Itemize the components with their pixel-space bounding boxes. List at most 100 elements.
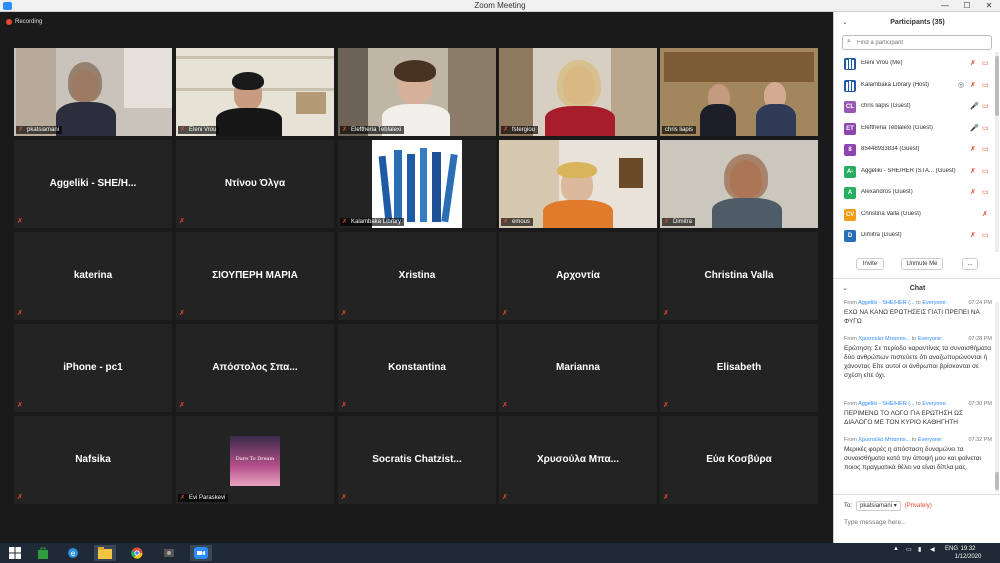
participant-row[interactable]: CL chris liapis (Guest) ▭ 🎤 (842, 98, 992, 116)
video-tile[interactable]: Eleni Vrou ✗ (176, 48, 334, 136)
chat-header[interactable]: ⌄ Chat (834, 283, 1000, 295)
maximize-button[interactable]: ☐ (956, 0, 978, 12)
video-tile[interactable]: Xristina ✗ (338, 232, 496, 320)
video-tile[interactable]: Aggeliki - SHE/H... ✗ (14, 140, 172, 228)
participants-title: Participants (35) (890, 19, 945, 26)
message-time: 07:28 PM (968, 336, 992, 342)
participant-name: Εύα Κοσβύρα (706, 454, 772, 465)
participant-row[interactable]: ET Eleftheria Teblalexi (Guest) ▭ 🎤 (842, 120, 992, 138)
sender-name[interactable]: Aggeliki - SHE/HER (... (858, 401, 915, 407)
video-tile[interactable]: Αρχοντία ✗ (499, 232, 657, 320)
chat-message: From Χρυσούλα Μπαντοι... to Everyone: 07:… (844, 336, 992, 380)
video-tile[interactable]: Nafsika ✗ (14, 416, 172, 504)
mic-muted-icon[interactable]: ✗ (970, 59, 976, 67)
chat-scrollbar[interactable] (995, 302, 999, 492)
video-tile[interactable]: Konstantina ✗ (338, 324, 496, 412)
participants-scrollbar[interactable] (995, 52, 999, 252)
unmute-me-button[interactable]: Unmute Me (901, 258, 943, 270)
participant-row[interactable]: A Alexandros (Guest) ▭ ✗ (842, 184, 992, 202)
participant-name: Socratis Chatzist... (372, 454, 462, 465)
video-tile[interactable]: emous ✗ (499, 140, 657, 228)
sender-name[interactable]: Aggeliki - SHE/HER (... (858, 300, 915, 306)
mic-muted-icon[interactable]: ✗ (982, 210, 988, 218)
participant-search-input[interactable] (857, 37, 987, 49)
participant-row[interactable]: A- Aggeliki - SHE/HER (STA... (Guest) ▭ ✗ (842, 163, 992, 181)
volume-icon[interactable]: ◀ (930, 546, 935, 553)
mic-muted-icon[interactable]: ✗ (970, 81, 976, 89)
participant-row[interactable]: Kalambaka Library (Host) ▭ ✗ ◎ (842, 77, 992, 95)
battery-icon[interactable]: ▮ (918, 546, 921, 553)
video-tile[interactable]: fstergiou ✗ (499, 48, 657, 136)
chevron-down-icon[interactable]: ⌄ (842, 17, 848, 29)
video-tile[interactable]: Dimitra ✗ (660, 140, 818, 228)
mic-muted-icon: ✗ (179, 127, 186, 133)
participant-row[interactable]: 8 85448933834 (Guest) ▭ ✗ (842, 141, 992, 159)
zoom-taskbar-icon[interactable] (190, 545, 212, 561)
participant-row[interactable]: Eleni Vrou (Me) ▭ ✗ (842, 55, 992, 73)
privately-label: (Privately) (904, 503, 932, 509)
video-tile[interactable]: katerina ✗ (14, 232, 172, 320)
chat-message-input[interactable] (844, 515, 994, 529)
participant-avatar: ET (844, 122, 856, 135)
participant-name: Elisabeth (716, 362, 762, 373)
library-avatar-icon (846, 80, 854, 91)
video-tile[interactable]: Χρυσούλα Μπα... ✗ (499, 416, 657, 504)
video-off-icon[interactable]: ▭ (982, 145, 989, 153)
chrome-icon[interactable] (126, 545, 148, 561)
video-tile[interactable]: Eleftheria Teblalexi ✗ (338, 48, 496, 136)
video-tile[interactable]: Dare To Dream Evi Paraskevi ✗ (176, 416, 334, 504)
windows-start-icon[interactable] (4, 545, 26, 561)
chevron-down-icon[interactable]: ⌄ (842, 283, 848, 295)
file-explorer-icon[interactable] (94, 545, 116, 561)
video-tile[interactable]: Kalambaka Library ✗ (338, 140, 496, 228)
video-off-icon[interactable]: ▭ (982, 188, 989, 196)
video-off-icon[interactable]: ▭ (982, 167, 989, 175)
network-icon[interactable]: ▭ (906, 546, 912, 553)
video-tile[interactable]: ΣΙΟΥΠΕΡΗ ΜΑΡΙΑ ✗ (176, 232, 334, 320)
participant-row[interactable]: CV Christina Valla (Guest) ✗ (842, 206, 992, 224)
mic-muted-icon[interactable]: ✗ (970, 188, 976, 196)
participant-row[interactable]: D Dimitra (Guest) ▭ ✗ (842, 227, 992, 245)
video-tile[interactable]: Απόστολος Σπα... ✗ (176, 324, 334, 412)
mic-muted-icon: ✗ (341, 310, 347, 317)
video-tile[interactable]: iPhone - pc1 ✗ (14, 324, 172, 412)
video-tile[interactable]: Socratis Chatzist... ✗ (338, 416, 496, 504)
recipient-select[interactable]: pkatsiamani ▾ (856, 501, 901, 511)
internet-explorer-icon[interactable]: e (62, 545, 84, 561)
mic-on-icon[interactable]: 🎤 (970, 124, 979, 132)
video-off-icon[interactable]: ▭ (982, 231, 989, 239)
zoom-app: Zoom Meeting — ☐ ✕ Recording pkatsiamani… (0, 0, 1000, 563)
scrollbar-thumb[interactable] (995, 56, 999, 116)
video-tile[interactable]: Ντίνου Όλγα ✗ (176, 140, 334, 228)
media-app-icon[interactable] (158, 545, 180, 561)
video-tile[interactable]: Εύα Κοσβύρα ✗ (660, 416, 818, 504)
video-off-icon[interactable]: ▭ (982, 124, 989, 132)
video-tile[interactable]: Christina Valla ✗ (660, 232, 818, 320)
chat-recipient-row: To: pkatsiamani ▾ (Privately) (844, 500, 932, 512)
scrollbar-thumb[interactable] (995, 472, 999, 490)
mic-muted-icon[interactable]: ✗ (970, 167, 976, 175)
more-options-button[interactable]: ... (962, 258, 978, 270)
system-clock[interactable]: 19:32 1/12/2020 (948, 545, 988, 561)
video-off-icon[interactable]: ▭ (982, 81, 989, 89)
video-tile[interactable]: Elisabeth ✗ (660, 324, 818, 412)
invite-button[interactable]: Invite (856, 258, 884, 270)
tray-overflow-icon[interactable]: ▲ (893, 546, 899, 552)
video-off-icon[interactable]: ▭ (982, 59, 989, 67)
mic-muted-icon[interactable]: ✗ (970, 231, 976, 239)
mic-on-icon[interactable]: 🎤 (970, 102, 979, 110)
store-icon[interactable] (32, 545, 54, 561)
recording-indicator[interactable]: Recording (6, 17, 42, 27)
video-off-icon[interactable]: ▭ (982, 102, 989, 110)
mic-muted-icon[interactable]: ✗ (970, 145, 976, 153)
sender-name[interactable]: Χρυσούλα Μπαντοι... (858, 437, 910, 443)
video-tile[interactable]: pkatsiamani ✗ (14, 48, 172, 136)
sender-name[interactable]: Χρυσούλα Μπαντοι... (858, 336, 910, 342)
video-tile[interactable]: Marianna ✗ (499, 324, 657, 412)
participants-header[interactable]: ⌄ Participants (35) (834, 17, 1000, 29)
record-icon[interactable]: ◎ (958, 81, 964, 89)
participant-search[interactable]: ⌕ (842, 35, 992, 50)
minimize-button[interactable]: — (934, 0, 956, 12)
active-speaker-tile[interactable]: chris liapis (660, 48, 818, 136)
close-button[interactable]: ✕ (978, 0, 1000, 12)
